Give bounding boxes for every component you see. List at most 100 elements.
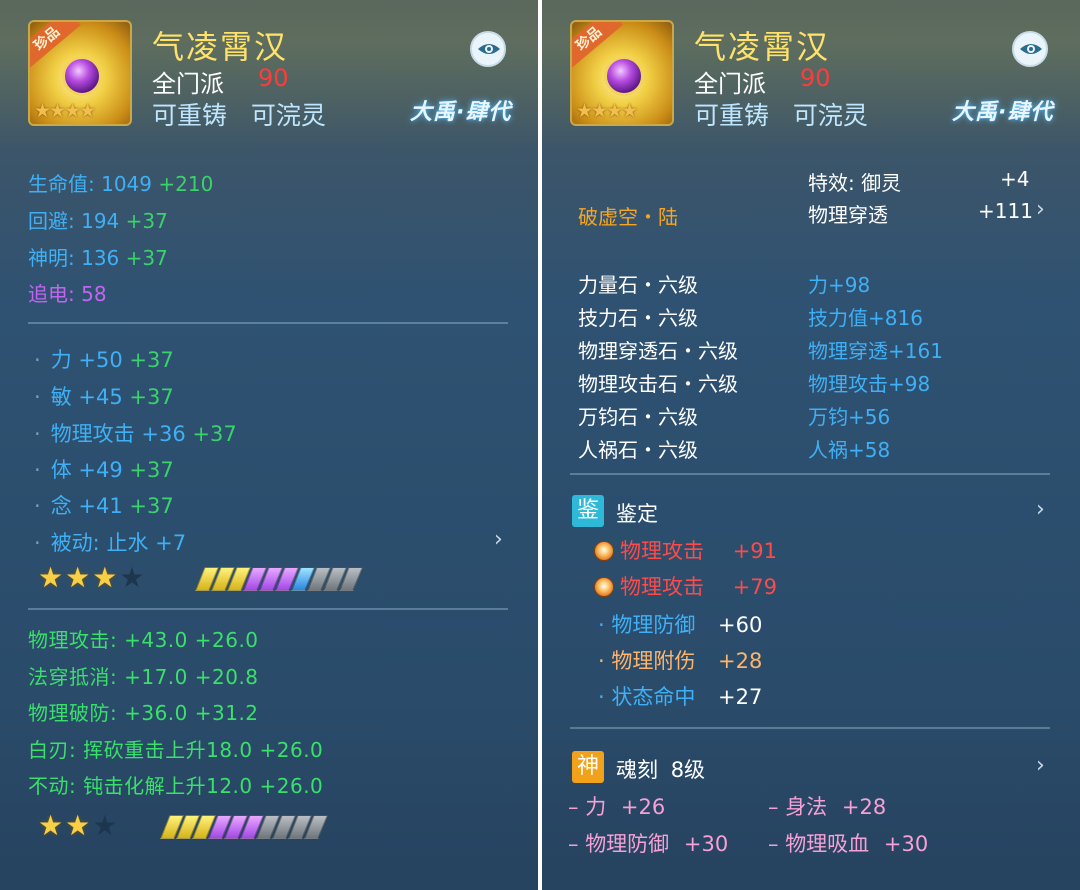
soul-row: – 物理吸血 +30 [768, 828, 928, 858]
item-tooltip-left: 珍品 ★★★★ 气凌霄汉 全门派 90 可重铸 可浣灵 大禹·肆代 生命值: 1… [0, 0, 538, 890]
recast-wash-line: 可重铸 可浣灵 [694, 96, 868, 132]
attribute-bonus: +37 [129, 494, 174, 518]
star-icon: ★ [65, 561, 93, 594]
item-icon[interactable]: 珍品 ★★★★ [570, 20, 674, 126]
bullet-icon: · [34, 422, 41, 446]
preview-eye-button[interactable] [1012, 31, 1048, 67]
stat-row-lightning: 追电: 58 [28, 278, 107, 307]
star-icon: ★ [38, 809, 66, 842]
appraise-badge-icon: 鉴 [572, 495, 604, 527]
attribute-label: 敏 [50, 385, 72, 409]
extra-stat-row: 白刃: 挥砍重击上升18.0 +26.0 [28, 738, 324, 762]
item-name: 气凌霄汉 [152, 28, 289, 66]
soul-row: – 身法 +28 [768, 791, 886, 821]
bullet-icon: · [34, 385, 41, 409]
appraise-row: · 状态命中 +27 [598, 681, 762, 711]
recast-label: 可重铸 [152, 101, 228, 130]
item-stars-icon: ★★★★ [576, 100, 638, 122]
chevron-right-icon[interactable]: › [1036, 753, 1045, 778]
gem-name: 力量石・六级 [578, 273, 698, 297]
attribute-value: +41 [78, 494, 123, 518]
refine-gem-strip-a [195, 567, 363, 591]
chevron-right-icon[interactable]: › [494, 527, 503, 552]
wash-label: 可浣灵 [792, 101, 868, 130]
appraise-value: +60 [718, 613, 763, 637]
appraise-label: 物理攻击 [620, 575, 704, 599]
gem-name: 物理穿透石・六级 [578, 339, 738, 363]
extra-stat-row: 物理破防: +36.0 +31.2 [28, 701, 259, 725]
appraise-row: · 物理防御 +60 [598, 609, 762, 639]
attribute-row: · 念 +41 +37 [34, 490, 174, 520]
soul-title-row: 魂刻 8级 [616, 754, 705, 784]
appraise-row: · 物理附伤 +28 [598, 645, 762, 675]
gem-name: 万钧石・六级 [578, 405, 698, 429]
soul-value: +30 [883, 832, 929, 856]
appraise-row: 物理攻击 +79 [594, 571, 777, 601]
preview-eye-button[interactable] [470, 31, 506, 67]
attribute-value: +36 [141, 422, 186, 446]
bullet-icon: · [598, 613, 612, 637]
extra-stat-row: 法穿抵消: +17.0 +20.8 [28, 665, 259, 689]
attribute-value: +45 [78, 385, 123, 409]
gem-effect: 万钧+56 [808, 405, 891, 429]
soul-level: 8级 [670, 758, 706, 782]
star-rating-b: ★★★ [38, 809, 119, 842]
stat-label: 神明: [28, 246, 75, 270]
attribute-row: · 力 +50 +37 [34, 344, 174, 374]
soul-value: +28 [841, 795, 887, 819]
brand-logo: 大禹·肆代 [410, 100, 512, 125]
stat-value: 58 [81, 282, 107, 306]
attribute-value: +7 [155, 531, 187, 555]
bullet-icon: · [34, 494, 41, 518]
attribute-label: 被动: 止水 [50, 531, 149, 555]
medal-icon [594, 577, 614, 597]
special-effect-label: 特效: 御灵 [808, 171, 902, 195]
gem-name: 人祸石・六级 [578, 438, 698, 462]
divider [28, 322, 508, 324]
appraise-label: 物理攻击 [620, 539, 704, 563]
stat-row-hp: 生命值: 1049 +210 [28, 168, 213, 197]
stat-row-spirit: 神明: 136 +37 [28, 242, 168, 271]
bullet-icon: · [598, 685, 612, 709]
sect-label: 全门派 [694, 70, 766, 98]
appraise-row: 物理攻击 +91 [594, 535, 777, 565]
chevron-right-icon[interactable]: › [1036, 497, 1045, 522]
star-icon: ★ [92, 809, 120, 842]
soul-row: – 力 +26 [568, 791, 665, 821]
chevron-right-icon[interactable]: › [1036, 197, 1045, 222]
appraise-value: +79 [732, 575, 778, 599]
sect-label: 全门派 [152, 70, 224, 98]
soul-badge-icon: 神 [572, 751, 604, 783]
appraise-value: +27 [718, 685, 763, 709]
gem-effect: 物理穿透+161 [808, 339, 943, 363]
level-requirement: 90 [258, 64, 289, 92]
extra-stat-row: 物理攻击: +43.0 +26.0 [28, 628, 259, 652]
item-stars-icon: ★★★★ [34, 100, 96, 122]
item-icon[interactable]: 珍品 ★★★★ [28, 20, 132, 126]
stat-bonus: +37 [125, 246, 168, 270]
passive-skill-row[interactable]: · 被动: 止水 +7 [34, 527, 186, 557]
divider [570, 727, 1050, 729]
soul-label: 物理防御 [585, 832, 670, 856]
gem-effect: 人祸+58 [808, 438, 891, 462]
attribute-value: +49 [78, 458, 123, 482]
appraise-title: 鉴定 [616, 502, 658, 526]
stat-bonus: +210 [158, 172, 214, 196]
soul-value: +26 [620, 795, 666, 819]
attribute-label: 体 [50, 458, 72, 482]
eye-icon [1020, 44, 1042, 54]
refine-gem-strip-b [160, 815, 328, 839]
dash-icon: – [568, 795, 586, 819]
gem-name: 物理攻击石・六级 [578, 372, 738, 396]
recast-wash-line: 可重铸 可浣灵 [152, 96, 326, 132]
gem-effect: 技力值+816 [808, 306, 923, 330]
orb-icon [604, 56, 644, 96]
stat-label: 回避: [28, 209, 75, 233]
attribute-bonus: +37 [129, 458, 174, 482]
soul-title: 魂刻 [616, 758, 658, 782]
dash-icon: – [768, 832, 786, 856]
eye-icon [478, 44, 500, 54]
divider [28, 608, 508, 610]
level-requirement: 90 [800, 64, 831, 92]
star-icon: ★ [65, 809, 93, 842]
